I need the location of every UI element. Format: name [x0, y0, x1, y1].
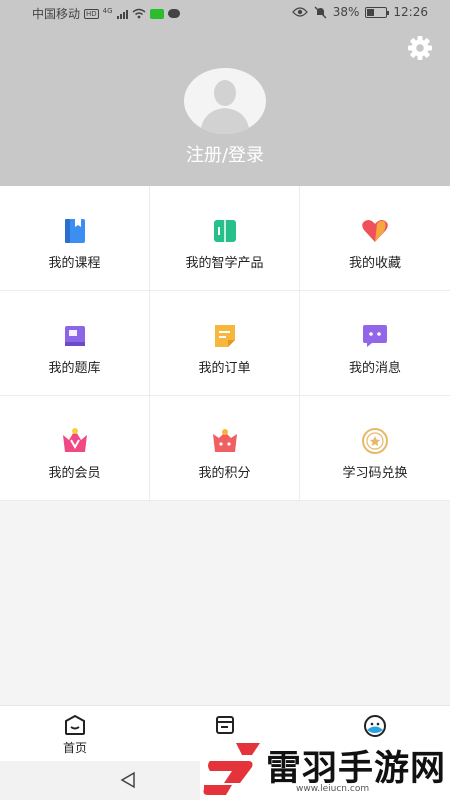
menu-item-label: 我的消息 [348, 361, 401, 376]
message-notification-icon [167, 9, 180, 18]
battery-icon [365, 6, 390, 18]
mute-bell-icon [314, 6, 327, 18]
menu-item-smart-products[interactable]: 我的智学产品 [150, 186, 300, 291]
menu-item-label: 我的积分 [198, 466, 251, 481]
network-label: 4G [102, 6, 113, 15]
battery-level [367, 8, 375, 16]
menu-grid: 我的课程 我的智学产品 我的收藏 我的题库 我的订单 我的消息 我的会员 我的积… [0, 186, 450, 501]
settings-gear-icon[interactable] [406, 34, 434, 62]
menu-item-points[interactable]: 我的积分 [150, 396, 300, 501]
wechat-notification-icon [149, 8, 164, 19]
battery-percent: 38% [332, 5, 360, 19]
message-icon [363, 325, 387, 347]
default-avatar-icon [200, 80, 250, 134]
vip-crown-icon [63, 428, 87, 452]
menu-item-membership[interactable]: 我的会员 [0, 396, 150, 501]
menu-item-question-bank[interactable]: 我的题库 [0, 291, 150, 396]
profile-icon [364, 715, 386, 737]
back-triangle-icon[interactable] [118, 770, 138, 790]
tab-home[interactable]: 首页 [45, 714, 105, 756]
hd-badge: HD [84, 8, 99, 19]
menu-item-label: 我的题库 [48, 361, 101, 376]
menu-item-label: 学习码兑换 [342, 466, 408, 481]
menu-item-label: 我的智学产品 [185, 256, 264, 271]
smart-product-icon [214, 220, 236, 242]
order-icon [215, 325, 235, 347]
tab-library[interactable] [195, 714, 255, 739]
eye-icon [291, 7, 308, 17]
menu-item-label: 我的会员 [48, 466, 101, 481]
clock: 12:26 [393, 5, 428, 19]
menu-item-redeem-code[interactable]: 学习码兑换 [300, 396, 450, 501]
avatar[interactable] [184, 68, 266, 134]
menu-item-messages[interactable]: 我的消息 [300, 291, 450, 396]
login-register-link[interactable]: 注册/登录 [0, 141, 450, 167]
course-book-icon [65, 219, 85, 243]
menu-item-courses[interactable]: 我的课程 [0, 186, 150, 291]
watermark-url: www.leiucn.com [296, 784, 370, 794]
home-icon [65, 714, 85, 735]
watermark-logo-icon [203, 743, 260, 795]
site-watermark: 雷羽手游网 www.leiucn.com [200, 738, 450, 800]
menu-item-label: 我的课程 [48, 256, 101, 271]
menu-item-label: 我的订单 [198, 361, 251, 376]
wifi-icon [132, 8, 146, 19]
carrier-label: 中国移动 [32, 7, 81, 21]
profile-header: 注册/登录 [0, 26, 450, 186]
redeem-coin-icon [362, 428, 388, 454]
menu-item-favorites[interactable]: 我的收藏 [300, 186, 450, 291]
signal-icon [116, 9, 128, 19]
menu-item-orders[interactable]: 我的订单 [150, 291, 300, 396]
tab-label: 首页 [62, 741, 87, 755]
heart-icon [362, 220, 388, 242]
status-bar: 中国移动 HD 4G 38% 12:26 [0, 0, 450, 26]
points-icon [213, 429, 237, 452]
tab-profile[interactable] [345, 714, 405, 741]
library-icon [216, 716, 234, 734]
question-bank-icon [65, 326, 85, 346]
menu-item-label: 我的收藏 [348, 256, 401, 271]
